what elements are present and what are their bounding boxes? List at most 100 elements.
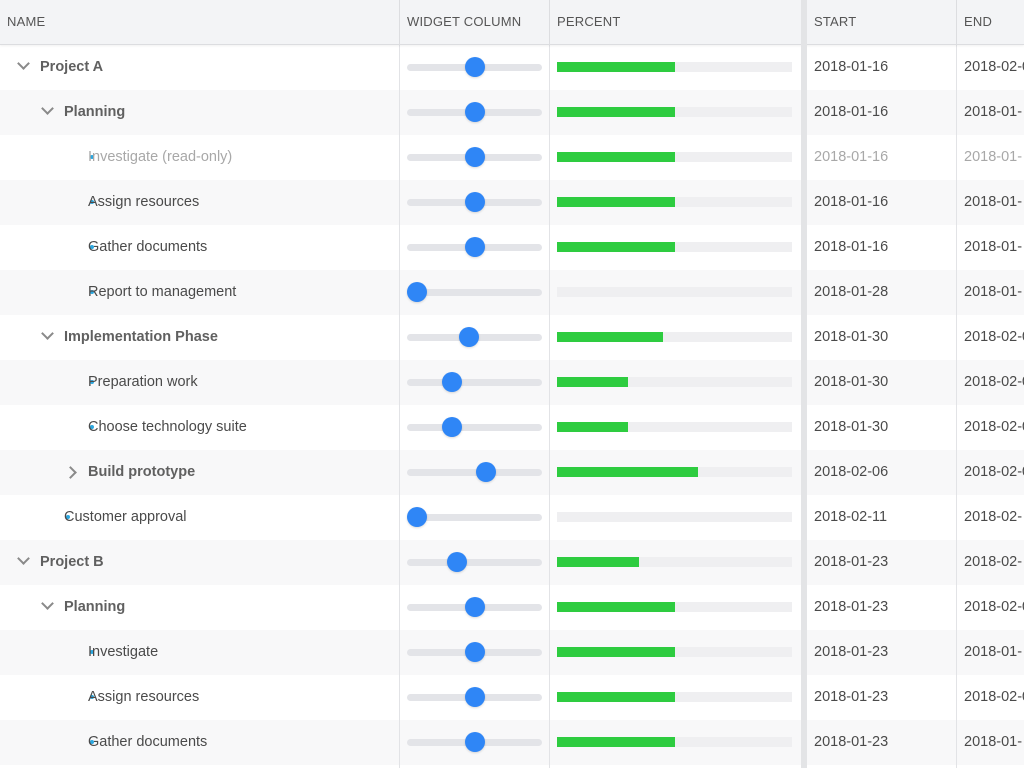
chevron-right-icon[interactable] — [64, 466, 77, 479]
name-cell[interactable]: Assign resources — [0, 675, 400, 720]
table-row[interactable]: Assign resources 2018-01-23 2018-02-0 — [0, 675, 1024, 720]
end-date-cell[interactable]: 2018-02- — [957, 540, 1024, 585]
table-row[interactable]: Investigate (read-only) 2018-01-16 2018-01… — [0, 135, 1024, 180]
name-cell[interactable]: Project A — [0, 45, 400, 90]
chevron-down-icon[interactable] — [17, 57, 30, 70]
percent-slider-thumb[interactable] — [447, 552, 468, 572]
table-row[interactable]: Gather documents 2018-01-23 2018-01- — [0, 720, 1024, 765]
name-cell[interactable]: Preparation work — [0, 360, 400, 405]
name-cell[interactable]: Report to management — [0, 270, 400, 315]
chevron-down-icon[interactable] — [41, 102, 54, 115]
task-name: Implementation Phase — [64, 329, 218, 345]
tree-parent-row[interactable]: Build prototype 2018-02-06 2018-02-0 — [0, 450, 1024, 495]
percent-slider-thumb[interactable] — [476, 462, 496, 482]
table-row[interactable]: Assign resources 2018-01-16 2018-01- — [0, 180, 1024, 225]
name-cell[interactable]: Gather documents — [0, 720, 400, 765]
name-cell[interactable]: Assign resources — [0, 180, 400, 225]
percent-slider-thumb[interactable] — [441, 372, 462, 392]
start-date-cell[interactable]: 2018-01-16 — [807, 45, 957, 90]
name-cell[interactable]: Project B — [0, 540, 400, 585]
start-date-cell[interactable]: 2018-01-30 — [807, 360, 957, 405]
end-date-cell[interactable]: 2018-01- — [957, 225, 1024, 270]
start-date-cell[interactable]: 2018-01-23 — [807, 540, 957, 585]
end-date-cell[interactable]: 2018-02-0 — [957, 585, 1024, 630]
table-row[interactable]: Customer approval 2018-02-11 2018-02- — [0, 495, 1024, 540]
end-date-cell[interactable]: 2018-01- — [957, 90, 1024, 135]
percent-slider-track[interactable] — [407, 289, 542, 296]
end-date-cell[interactable]: 2018-01- — [957, 180, 1024, 225]
percent-slider-thumb[interactable] — [464, 102, 485, 122]
end-date-cell[interactable]: 2018-02-0 — [957, 45, 1024, 90]
column-header-name[interactable]: NAME — [0, 0, 400, 44]
table-row[interactable]: Investigate 2018-01-23 2018-01- — [0, 630, 1024, 675]
start-date-cell[interactable]: 2018-01-23 — [807, 675, 957, 720]
name-cell[interactable]: Build prototype — [0, 450, 400, 495]
tree-parent-row[interactable]: Project A 2018-01-16 2018-02-0 — [0, 45, 1024, 90]
table-row[interactable]: Gather documents 2018-01-16 2018-01- — [0, 225, 1024, 270]
percent-slider-thumb[interactable] — [407, 507, 427, 527]
percent-slider-track[interactable] — [407, 559, 542, 566]
start-date-cell[interactable]: 2018-01-23 — [807, 630, 957, 675]
task-name: Project B — [40, 554, 104, 570]
percent-slider-thumb[interactable] — [458, 327, 479, 347]
name-cell[interactable]: Investigate (read-only) — [0, 135, 400, 180]
percent-slider-thumb[interactable] — [407, 282, 427, 302]
name-cell[interactable]: Customer approval — [0, 495, 400, 540]
start-date-cell[interactable]: 2018-02-06 — [807, 450, 957, 495]
start-date-cell[interactable]: 2018-01-16 — [807, 180, 957, 225]
percent-slider-thumb[interactable] — [464, 192, 485, 212]
start-date-cell[interactable]: 2018-01-16 — [807, 90, 957, 135]
start-date-cell[interactable]: 2018-01-30 — [807, 405, 957, 450]
name-cell[interactable]: Choose technology suite — [0, 405, 400, 450]
tree-parent-row[interactable]: Implementation Phase 2018-01-30 2018-02-0 — [0, 315, 1024, 360]
start-date-cell[interactable]: 2018-01-16 — [807, 135, 957, 180]
start-date-cell[interactable]: 2018-01-28 — [807, 270, 957, 315]
percent-slider-thumb[interactable] — [464, 687, 485, 707]
table-row[interactable]: Report to management 2018-01-28 2018-01- — [0, 270, 1024, 315]
percent-slider-thumb[interactable] — [464, 147, 485, 167]
percent-slider-track[interactable] — [407, 424, 542, 431]
end-date-cell[interactable]: 2018-02-0 — [957, 315, 1024, 360]
locked-column-splitter[interactable] — [801, 0, 807, 768]
end-date-cell[interactable]: 2018-01- — [957, 270, 1024, 315]
column-header-widget[interactable]: WIDGET COLUMN — [400, 0, 550, 44]
tree-parent-row[interactable]: Project B 2018-01-23 2018-02- — [0, 540, 1024, 585]
name-cell[interactable]: Planning — [0, 585, 400, 630]
column-header-percent[interactable]: PERCENT — [550, 0, 801, 44]
percent-slider-track[interactable] — [407, 379, 542, 386]
name-cell[interactable]: Planning — [0, 90, 400, 135]
percent-slider-track[interactable] — [407, 469, 542, 476]
chevron-down-icon[interactable] — [17, 552, 30, 565]
start-date-cell[interactable]: 2018-01-16 — [807, 225, 957, 270]
chevron-down-icon[interactable] — [41, 327, 54, 340]
percent-slider-thumb[interactable] — [441, 417, 462, 437]
end-date-cell[interactable]: 2018-01- — [957, 135, 1024, 180]
percent-slider-thumb[interactable] — [464, 642, 485, 662]
name-cell[interactable]: Gather documents — [0, 225, 400, 270]
end-date-cell[interactable]: 2018-02-0 — [957, 450, 1024, 495]
end-date-cell[interactable]: 2018-02- — [957, 495, 1024, 540]
chevron-down-icon[interactable] — [41, 597, 54, 610]
start-date-cell[interactable]: 2018-02-11 — [807, 495, 957, 540]
percent-slider-thumb[interactable] — [464, 597, 485, 617]
end-date-cell[interactable]: 2018-02-0 — [957, 405, 1024, 450]
start-date-cell[interactable]: 2018-01-23 — [807, 720, 957, 765]
name-cell[interactable]: Investigate — [0, 630, 400, 675]
name-cell[interactable]: Implementation Phase — [0, 315, 400, 360]
tree-parent-row[interactable]: Planning 2018-01-23 2018-02-0 — [0, 585, 1024, 630]
percent-slider-track[interactable] — [407, 514, 542, 521]
end-date-cell[interactable]: 2018-01- — [957, 720, 1024, 765]
end-date-cell[interactable]: 2018-01- — [957, 630, 1024, 675]
percent-slider-thumb[interactable] — [464, 237, 485, 257]
column-header-start[interactable]: START — [807, 0, 957, 44]
table-row[interactable]: Choose technology suite 2018-01-30 2018-02… — [0, 405, 1024, 450]
start-date-cell[interactable]: 2018-01-30 — [807, 315, 957, 360]
percent-slider-thumb[interactable] — [464, 57, 485, 77]
tree-parent-row[interactable]: Planning 2018-01-16 2018-01- — [0, 90, 1024, 135]
end-date-cell[interactable]: 2018-02-0 — [957, 675, 1024, 720]
start-date-cell[interactable]: 2018-01-23 — [807, 585, 957, 630]
percent-slider-thumb[interactable] — [464, 732, 485, 752]
table-row[interactable]: Preparation work 2018-01-30 2018-02-0 — [0, 360, 1024, 405]
column-header-end[interactable]: END — [957, 0, 1024, 44]
end-date-cell[interactable]: 2018-02-0 — [957, 360, 1024, 405]
